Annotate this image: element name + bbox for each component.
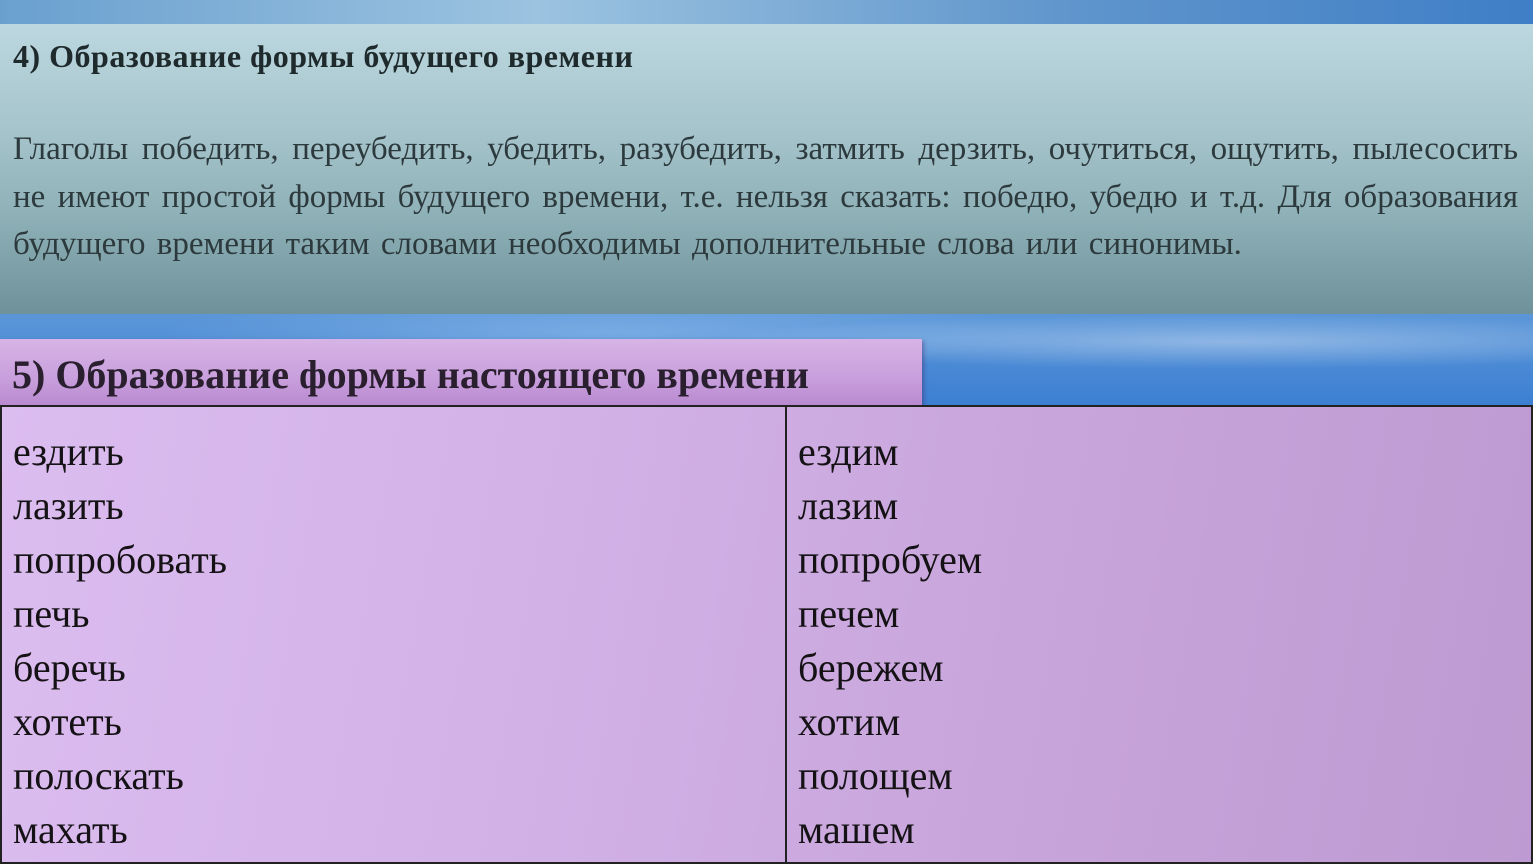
- verb-forms-table: ездить лазить попробовать печь беречь хо…: [0, 405, 1533, 864]
- present-form-list: ездим лазим попробуем печем бережем хоти…: [798, 425, 982, 857]
- infinitive-item: беречь: [13, 645, 126, 690]
- infinitive-item: печь: [13, 591, 90, 636]
- section-future-tense-title: 4) Образование формы будущего времени: [13, 38, 634, 74]
- infinitive-item: ездить: [13, 429, 124, 474]
- present-form-item: ездим: [798, 429, 899, 474]
- section-present-tense-title: 5) Образование формы настоящего времени: [12, 352, 809, 397]
- present-form-item: печем: [798, 591, 900, 636]
- present-form-item: бережем: [798, 645, 944, 690]
- infinitive-item: попробовать: [13, 537, 227, 582]
- present-form-item: полощем: [798, 753, 953, 798]
- present-form-item: лазим: [798, 483, 899, 528]
- section-future-tense-body: Глаголы победить, переубедить, убедить, …: [13, 131, 1518, 262]
- infinitive-item: хотеть: [13, 699, 122, 744]
- present-form-item: хотим: [798, 699, 901, 744]
- present-form-item: машем: [798, 807, 915, 852]
- infinitive-item: полоскать: [13, 753, 184, 798]
- section-future-tense: 4) Образование формы будущего времени Гл…: [0, 24, 1533, 314]
- present-form-item: попробуем: [798, 537, 983, 582]
- infinitive-list: ездить лазить попробовать печь беречь хо…: [13, 425, 227, 857]
- present-form-column: ездим лазим попробуем печем бережем хоти…: [787, 407, 1533, 862]
- section-present-tense-header: 5) Образование формы настоящего времени: [0, 339, 922, 405]
- infinitive-item: лазить: [13, 483, 124, 528]
- infinitive-column: ездить лазить попробовать печь беречь хо…: [2, 407, 787, 862]
- infinitive-item: махать: [13, 807, 128, 852]
- top-background-strip: [0, 0, 1533, 24]
